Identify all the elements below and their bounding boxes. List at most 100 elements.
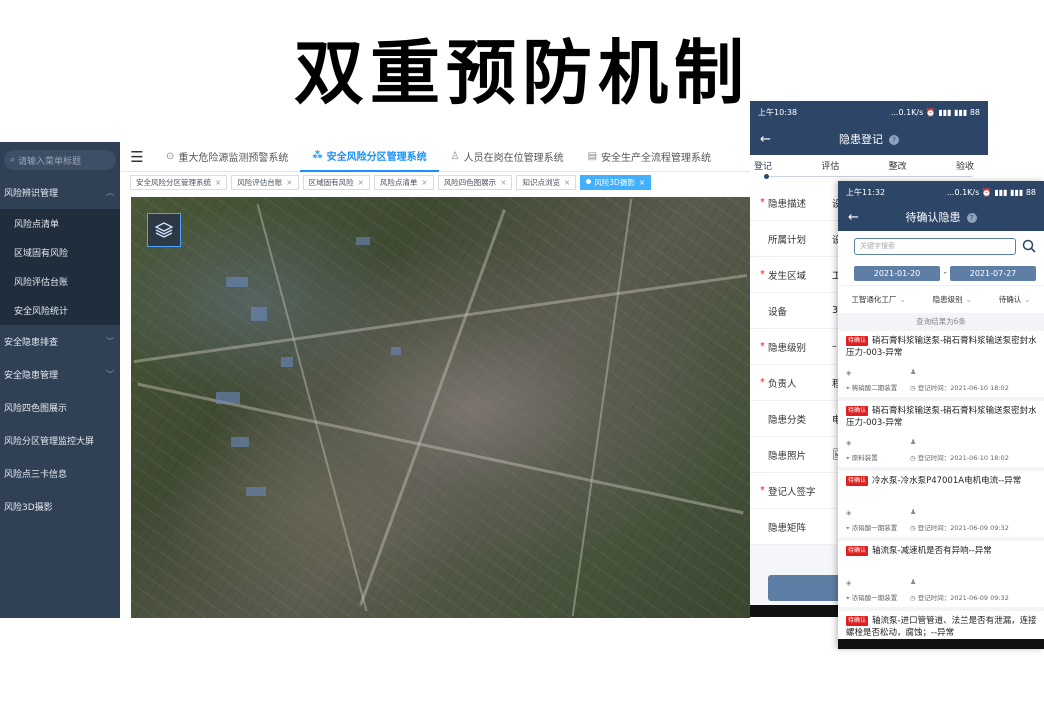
required-marker: * (760, 269, 765, 280)
sidebar-item[interactable]: 安全隐患管理 ﹀ (0, 358, 120, 391)
sidebar-item[interactable]: 区域固有风险 (0, 238, 120, 267)
page-tag[interactable]: 风险点清单 × (373, 174, 434, 190)
hazard-card-time: ◷ 登记时间：2021-06-10 18:02 (910, 382, 1009, 393)
phone2-status-time: 上午11:32 (846, 187, 886, 197)
form-row-value[interactable]: – (832, 341, 837, 352)
system-switcher-bar: ☰ ⊙ 重大危险源监测预警系统 ⁂ 安全风险分区管理系统 ♙ 人员在岗在位管理系统 ▤ 安全生… (120, 142, 750, 172)
phone1-nav-bar: ← 隐患登记? (750, 123, 988, 155)
sidebar-item[interactable]: 风险辨识管理 ︿ (0, 176, 120, 209)
workflow-step[interactable]: 评估 (821, 159, 839, 185)
system-tab[interactable]: ▤ 安全生产全流程管理系统 (576, 142, 723, 172)
layers-icon (154, 222, 174, 238)
hamburger-menu-icon[interactable]: ☰ (120, 148, 154, 166)
sidebar-item[interactable]: 安全隐患排查 ﹀ (0, 325, 120, 358)
hazard-card-title: 待确认 硝石膏料浆输送泵-硝石膏料浆输送泵密封水压力-003-异常 (846, 405, 1038, 429)
hazard-card-time: ◷ 登记时间：2021-06-09 09:32 (910, 522, 1009, 533)
start-date-picker[interactable]: 2021-01-20 (854, 265, 940, 281)
hazard-card-time-text: 登记时间：2021-06-09 09:32 (917, 594, 1009, 602)
keyword-search-input[interactable]: 关键字搜索 (854, 237, 1016, 255)
close-icon[interactable]: × (215, 178, 221, 187)
hazard-card[interactable]: 待确认 硝石膏料浆输送泵-硝石膏料浆输送泵密封水压力-003-异常 ◈ ♟ ⌖ 原料装置… (838, 401, 1044, 467)
hazard-card[interactable]: 待确认 硝石膏料浆输送泵-硝石膏料浆输送泵密封水压力-003-异常 ◈ ♟ ⌖ 稀硝酸二… (838, 331, 1044, 397)
filter-label: 隐患级别 (932, 295, 963, 304)
filter-dropdown[interactable]: 待确认 ⌄ (999, 294, 1031, 305)
required-marker: * (760, 341, 765, 352)
back-arrow-icon[interactable]: ← (848, 210, 859, 225)
filter-dropdown[interactable]: 工智通化工厂 ⌄ (851, 294, 905, 305)
hazard-card-dept: ⌖ 浓硝酸一期装置 (846, 592, 910, 603)
page-tag[interactable]: 安全风险分区管理系统 × (130, 174, 228, 190)
search-icon[interactable] (1022, 239, 1036, 253)
hazard-card-dept: ⌖ 稀硝酸二期装置 (846, 382, 910, 393)
tag-icon: ◈ (846, 369, 852, 377)
close-icon[interactable]: × (500, 178, 506, 187)
sidebar-item[interactable]: 风险3D摄影 (0, 490, 120, 523)
menu-search-placeholder: 请输入菜单标题 (18, 156, 82, 167)
chevron-down-icon: ⌄ (1024, 295, 1031, 304)
close-icon[interactable]: × (358, 178, 364, 187)
sidebar-item-label: 风险点清单 (14, 220, 60, 230)
search-icon: ⌕ (10, 155, 16, 165)
sidebar-item-label: 风险点三卡信息 (4, 470, 68, 480)
required-marker: * (760, 197, 765, 208)
status-badge: 待确认 (846, 546, 869, 556)
form-row-label: 隐患级别 (768, 342, 807, 354)
back-arrow-icon[interactable]: ← (760, 132, 771, 147)
sidebar-item-label: 风险评估台账 (14, 278, 69, 288)
person-icon: ♙ (450, 151, 460, 162)
sidebar-item[interactable]: 安全风险统计 (0, 296, 120, 325)
system-tab-label: 人员在岗在位管理系统 (463, 153, 564, 164)
tag-icon: ◈ (846, 579, 852, 587)
phone2-page-title: 待确认隐患 (905, 211, 961, 224)
page-tag-label: 风险评估台账 (237, 177, 283, 187)
sidebar-item[interactable]: 风险四色图展示 (0, 391, 120, 424)
close-icon[interactable]: × (639, 178, 645, 187)
satellite-map-3d-view[interactable] (131, 197, 750, 618)
workflow-step[interactable]: 登记 (754, 159, 772, 185)
sidebar-item[interactable]: 风险评估台账 (0, 267, 120, 296)
hazard-card-title: 待确认 硝石膏料浆输送泵-硝石膏料浆输送泵密封水压力-003-异常 (846, 335, 1038, 359)
phone1-status-time: 上午10:38 (758, 107, 798, 117)
system-tab[interactable]: ♙ 人员在岗在位管理系统 (439, 142, 576, 172)
help-icon[interactable]: ? (889, 135, 899, 145)
page-tag[interactable]: 风险四色图展示 × (437, 174, 513, 190)
result-count: 查询结果为6条 (916, 317, 966, 326)
sidebar-item-label: 风险分区管理监控大屏 (4, 437, 95, 447)
page-tag[interactable]: 风险评估台账 × (231, 174, 299, 190)
form-row-label: 隐患分类 (768, 414, 807, 426)
close-icon[interactable]: × (564, 178, 570, 187)
layer-toggle-button[interactable] (147, 213, 181, 247)
system-tab[interactable]: ⁂ 安全风险分区管理系统 (300, 142, 439, 172)
sidebar-item[interactable]: 风险点清单 (0, 209, 120, 238)
phone2-status-bar: 上午11:32 ...0.1K/s ⏰ ▮▮▮ ▮▮▮ 88 (838, 181, 1044, 203)
hazard-card-meta: ⌖ 浓硝酸一期装置 ◷ 登记时间：2021-06-09 09:32 (846, 522, 1040, 533)
steps-line (766, 176, 972, 177)
sidebar-item-label: 安全风险统计 (14, 307, 69, 317)
page-tag[interactable]: 知识点浏览 × (516, 174, 577, 190)
filter-dropdown[interactable]: 隐患级别 ⌄ (933, 294, 972, 305)
current-step-dot (764, 174, 769, 179)
close-icon[interactable]: × (286, 178, 292, 187)
clock-icon: ◷ (910, 594, 918, 602)
location-pin-icon: ⊙ (166, 151, 175, 162)
hazard-card[interactable]: 待确认 冷水泵-冷水泵P47001A电机电流--异常 ◈ ♟ ⌖ 浓硝酸一期装置 ◷ 登记… (838, 471, 1044, 537)
page-tag-label: 风险四色图展示 (443, 177, 497, 187)
system-tab[interactable]: ⊙ 重大危险源监测预警系统 (154, 142, 300, 172)
hazard-card-text: 轴流泵-减速机是否有异响--异常 (872, 546, 992, 556)
hazard-card-meta: ⌖ 浓硝酸一期装置 ◷ 登记时间：2021-06-09 09:32 (846, 592, 1040, 603)
phone2-nav-gesture-bar (838, 639, 1044, 649)
hazard-card[interactable]: 待确认 轴流泵-减速机是否有异响--异常 ◈ ♟ ⌖ 浓硝酸一期装置 ◷ 登记时间：202… (838, 541, 1044, 607)
help-icon[interactable]: ? (966, 213, 977, 223)
phone2-status-icons: ...0.1K/s ⏰ ▮▮▮ ▮▮▮ 88 (946, 187, 1036, 197)
clock-icon: ◷ (910, 384, 918, 392)
close-icon[interactable]: × (421, 178, 427, 187)
menu-search-input[interactable]: ⌕ 请输入菜单标题 (4, 150, 116, 170)
page-tag[interactable]: 区域固有风险 × (302, 174, 370, 190)
hazard-card-dept: ⌖ 浓硝酸一期装置 (846, 522, 910, 533)
hazard-card-title: 待确认 冷水泵-冷水泵P47001A电机电流--异常 (846, 475, 1038, 487)
page-tag[interactable]: 风险3D摄影 × (580, 174, 652, 190)
sidebar-item[interactable]: 风险分区管理监控大屏 (0, 424, 120, 457)
system-tab-label: 安全生产全流程管理系统 (601, 153, 712, 164)
end-date-picker[interactable]: 2021-07-27 (950, 265, 1036, 281)
sidebar-item[interactable]: 风险点三卡信息 (0, 457, 120, 490)
